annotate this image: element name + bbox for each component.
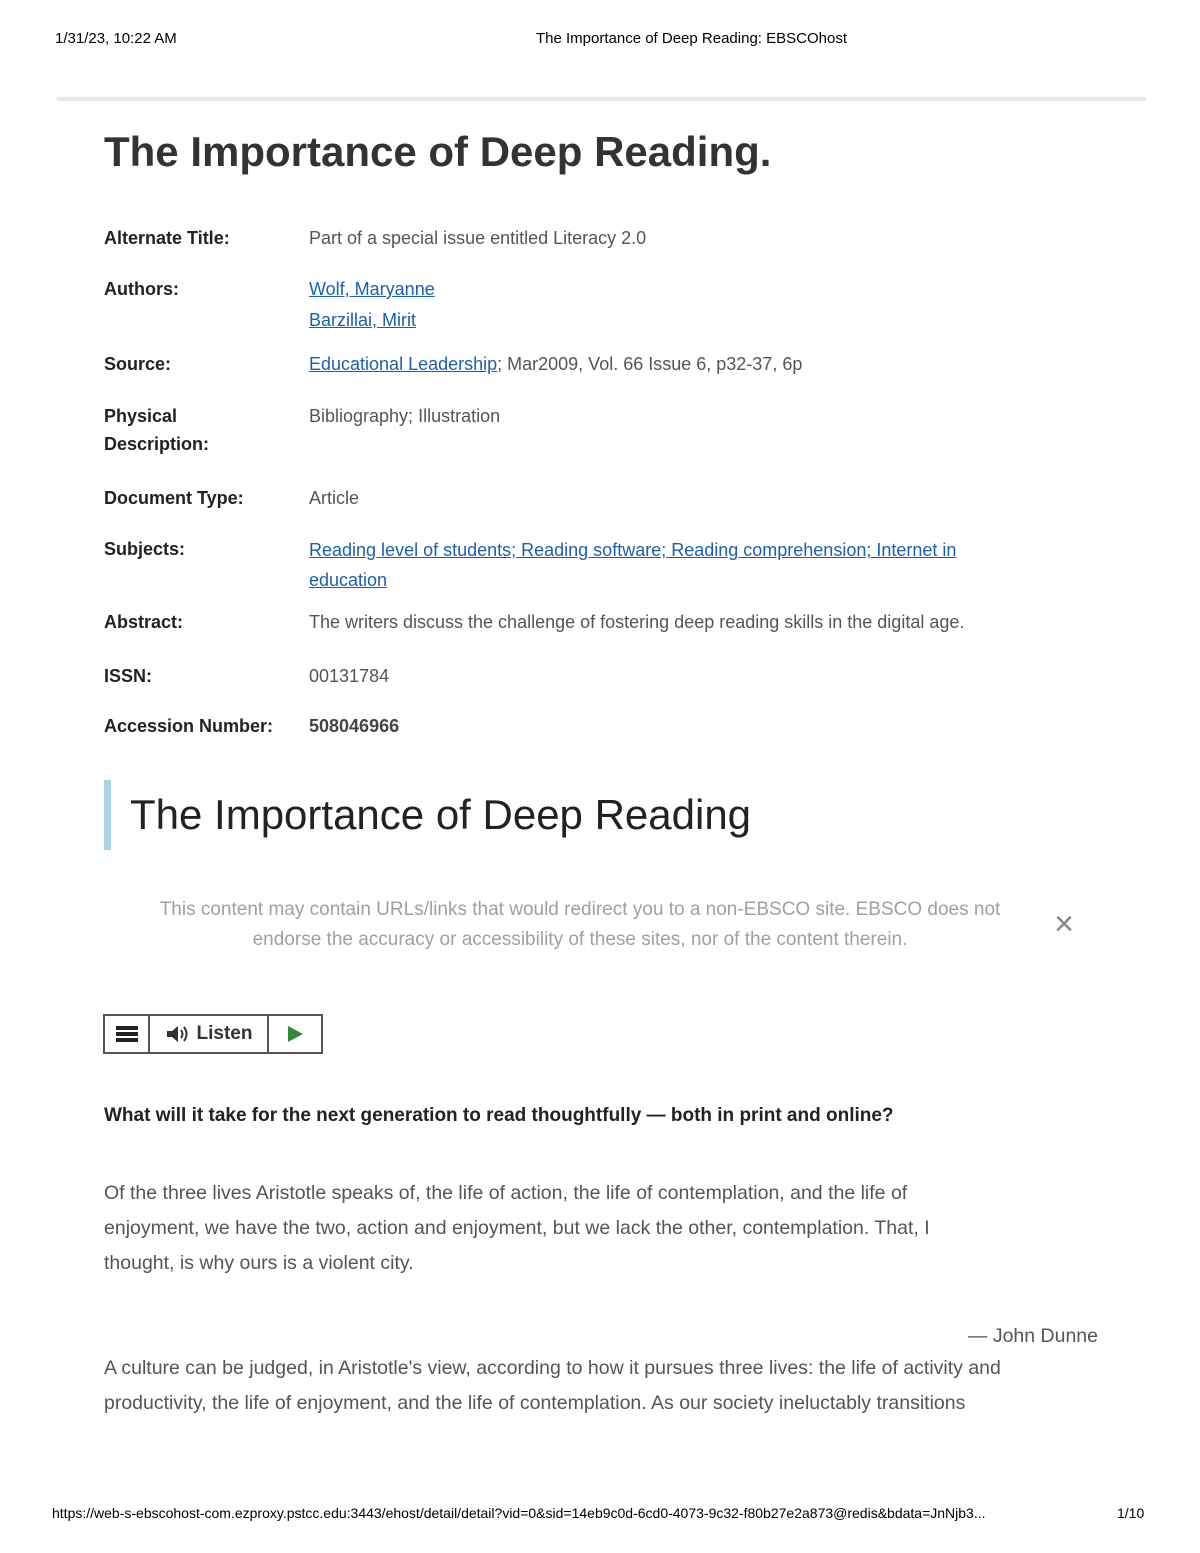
- author-link[interactable]: Wolf, Maryanne: [309, 279, 435, 299]
- field-value: Part of a special issue entitled Literac…: [309, 228, 647, 248]
- field-authors: Authors: Wolf, Maryanne Barzillai, Mirit: [104, 275, 1064, 335]
- field-label: Abstract:: [104, 612, 184, 632]
- print-page-number: 1/10: [1117, 1505, 1145, 1521]
- field-subjects: Subjects: Reading level of students; Rea…: [104, 535, 1064, 595]
- record-title: The Importance of Deep Reading.: [104, 128, 772, 175]
- source-link[interactable]: Educational Leadership: [309, 354, 497, 374]
- listen-button[interactable]: Listen: [150, 1016, 269, 1052]
- field-value: Article: [309, 488, 360, 508]
- close-icon[interactable]: ×: [1050, 907, 1078, 941]
- epigraph: Of the three lives Aristotle speaks of, …: [104, 1182, 930, 1274]
- play-button[interactable]: [269, 1016, 321, 1052]
- field-label: Alternate Title:: [104, 228, 230, 248]
- subject-links: Reading level of students; Reading softw…: [309, 535, 1069, 595]
- print-page-title: The Importance of Deep Reading: EBSCOhos…: [535, 30, 847, 47]
- listen-label: Listen: [196, 1023, 253, 1044]
- field-label: Subjects:: [104, 539, 186, 559]
- subject-link[interactable]: Reading level of students; Reading softw…: [309, 540, 956, 560]
- menu-icon: [115, 1026, 138, 1042]
- field-value: Bibliography; Illustration: [309, 406, 501, 426]
- field-value: Educational Leadership; Mar2009, Vol. 66…: [309, 350, 1069, 378]
- lead-question: What will it take for the next generatio…: [104, 1105, 894, 1126]
- body-paragraph: A culture can be judged, in Aristotle's …: [104, 1357, 1001, 1414]
- article-heading: The Importance of Deep Reading: [104, 780, 751, 850]
- author-list: Wolf, Maryanne Barzillai, Mirit: [309, 275, 1069, 337]
- divider: [57, 97, 1146, 101]
- read-aloud-toolbar: Listen: [103, 1014, 323, 1054]
- field-value: The writers discuss the challenge of fos…: [309, 612, 965, 632]
- print-url: https://web-s-ebscohost-com.ezproxy.pstc…: [52, 1505, 986, 1521]
- field-physical-description: Physical Description: Bibliography; Illus…: [104, 402, 1064, 458]
- field-label: Source:: [104, 354, 172, 374]
- field-label: Accession Number:: [104, 716, 274, 736]
- subject-link[interactable]: education: [309, 570, 387, 590]
- field-label: ISSN:: [104, 666, 153, 686]
- print-header: 1/31/23, 10:22 AM The Importance of Deep…: [0, 30, 1200, 50]
- field-value: 00131784: [309, 666, 390, 686]
- epigraph-attribution: — John Dunne: [967, 1325, 1098, 1347]
- external-link-disclaimer: This content may contain URLs/links that…: [159, 899, 1001, 950]
- field-label: Authors:: [104, 279, 179, 299]
- author-link[interactable]: Barzillai, Mirit: [309, 310, 416, 330]
- speaker-icon: [166, 1026, 188, 1042]
- read-aloud-menu-button[interactable]: [105, 1016, 150, 1052]
- field-label: Physical Description:: [104, 406, 210, 454]
- print-footer: https://web-s-ebscohost-com.ezproxy.pstc…: [0, 1505, 1200, 1525]
- field-label: Document Type:: [104, 488, 244, 508]
- field-value: 508046966: [309, 716, 400, 736]
- play-icon: [288, 1026, 303, 1042]
- source-details: ; Mar2009, Vol. 66 Issue 6, p32-37, 6p: [497, 354, 803, 374]
